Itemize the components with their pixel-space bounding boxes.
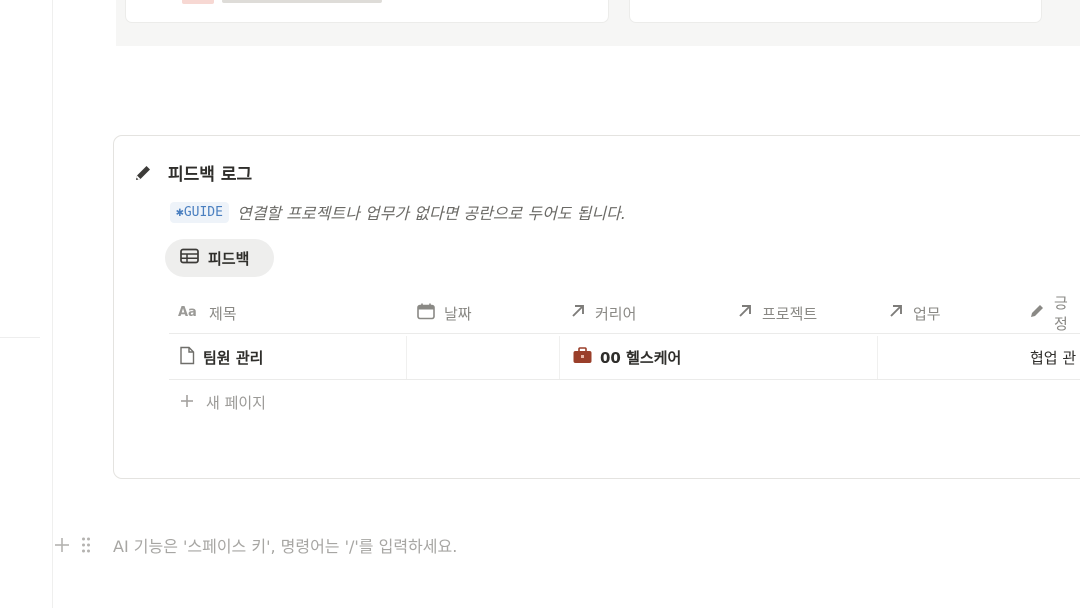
svg-text:Aa: Aa [178,305,197,318]
row-title: 팀원 관리 [203,349,264,367]
add-page-button[interactable]: 새 페이지 [180,392,266,413]
column-label: 제목 [209,304,237,323]
positive-value: 협업 관 [1030,349,1077,367]
block-placeholder: AI 기능은 '스페이스 키', 명령어는 '/'를 입력하세요. [113,537,458,556]
guide-line: ✱GUIDE 연결할 프로젝트나 업무가 없다면 공란으로 두어도 됩니다. [170,200,626,224]
previous-tag [182,0,214,4]
tab-feedback-view[interactable]: 피드백 [165,239,274,277]
plus-icon [180,394,194,412]
guide-text: 연결할 프로젝트나 업무가 없다면 공란으로 두어도 됩니다. [236,204,626,223]
empty-block[interactable]: AI 기능은 '스페이스 키', 명령어는 '/'를 입력하세요. [53,532,457,558]
section-title: 피드백 로그 [168,165,253,185]
previous-card[interactable] [629,0,1042,23]
previous-text [222,0,382,3]
column-header-task[interactable]: 업무 [888,294,941,332]
column-header-project[interactable]: 프로젝트 [737,294,817,332]
divider-tick [0,337,40,338]
column-label: 긍정 [1054,294,1068,333]
page-icon [179,346,195,369]
header-divider [169,333,1080,334]
column-label: 프로젝트 [762,304,818,323]
arrow-up-right-icon [737,303,753,323]
view-label: 피드백 [208,249,250,268]
table-header: Aa 제목 날짜 커리어 프로젝트 업무 긍정 [169,294,1080,333]
add-page-label: 새 페이지 [206,394,266,412]
calendar-icon [417,303,435,324]
column-header-title[interactable]: Aa 제목 [178,294,237,332]
page: 피드백 로그 ✱GUIDE 연결할 프로젝트나 업무가 없다면 공란으로 두어도… [0,0,1080,608]
row-divider [169,379,1080,380]
briefcase-icon [573,347,592,368]
pencil-icon [132,162,154,184]
table-icon [180,248,199,268]
sidebar-divider [52,0,53,608]
column-header-career[interactable]: 커리어 [570,294,636,332]
column-label: 업무 [913,304,941,323]
career-link[interactable]: 00 헬스케어 [600,347,681,368]
previous-card-content [182,0,382,4]
column-header-date[interactable]: 날짜 [417,294,472,332]
table-row[interactable]: 팀원 관리 00 헬스케어 협업 관 [169,336,1080,379]
title-cell[interactable]: 팀원 관리 [179,336,263,379]
arrow-up-right-icon [888,303,904,323]
arrow-up-right-icon [570,303,586,323]
pencil-icon [1029,303,1045,323]
column-label: 날짜 [444,304,472,323]
drag-handle-icon[interactable] [79,532,93,558]
career-cell[interactable]: 00 헬스케어 [573,336,681,379]
guide-code: ✱GUIDE [170,201,229,223]
column-label: 커리어 [595,304,637,323]
positive-cell[interactable]: 협업 관 [1030,336,1076,379]
section-header: 피드백 로그 [132,160,252,185]
add-block-icon[interactable] [53,532,71,558]
column-header-positive[interactable]: 긍정 [1029,294,1080,333]
text-property-icon: Aa [178,304,200,322]
